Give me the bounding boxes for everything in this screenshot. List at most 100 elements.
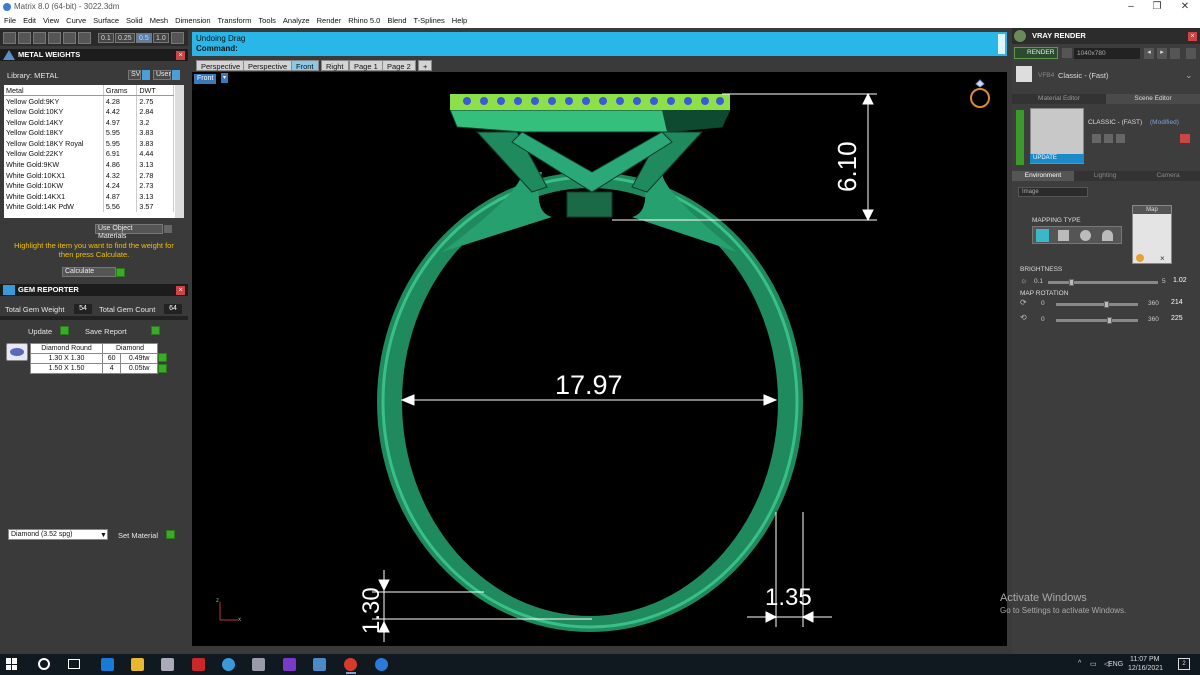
brightness-slider[interactable] [1048, 279, 1158, 286]
set-material-button[interactable]: Set Material [118, 531, 158, 540]
tab-perspective-2[interactable]: Perspective [243, 60, 293, 71]
chevron-down-icon[interactable]: ⌄ [1185, 70, 1193, 81]
preset-name[interactable]: Classic - (Fast) [1058, 71, 1108, 80]
eye-icon[interactable] [63, 32, 76, 44]
menu-mesh[interactable]: Mesh [146, 14, 171, 25]
map-color-icon[interactable] [1136, 254, 1144, 262]
menu-render[interactable]: Render [313, 14, 345, 25]
paste-icon[interactable] [1116, 134, 1125, 143]
material-select[interactable]: Diamond (3.52 spg) [8, 529, 108, 540]
table-row[interactable]: Yellow Gold:18KY Royal 5.95 3.83 [4, 137, 174, 149]
menu-solid[interactable]: Solid [122, 14, 146, 25]
chevron-down-icon[interactable]: ▼ [100, 532, 107, 539]
collapse-handle[interactable] [1016, 110, 1024, 165]
menu-help[interactable]: Help [448, 14, 470, 25]
command-prompt[interactable]: Command: [196, 44, 238, 53]
menu-transform[interactable]: Transform [214, 14, 255, 25]
rotation2-value[interactable]: 225 [1171, 315, 1183, 322]
settings-icon[interactable] [1170, 48, 1180, 59]
rotation1-slider[interactable] [1056, 301, 1138, 308]
use-object-materials-checkbox[interactable] [164, 225, 172, 233]
table-row[interactable]: White Gold:14KX1 4.87 3.13 [4, 190, 174, 202]
row1-go-icon[interactable] [158, 353, 167, 362]
rotation1-value[interactable]: 214 [1171, 299, 1183, 306]
update-scene-button[interactable]: UPDATE [1030, 154, 1084, 163]
sv-button[interactable]: SV [128, 70, 141, 80]
table-row[interactable]: Yellow Gold:22KY 6.91 4.44 [4, 148, 174, 160]
minimize-icon[interactable]: – [1120, 0, 1142, 14]
front-viewport[interactable]: Front ▾ 6.10 17.97 1.30 1.35 z x [192, 72, 1007, 646]
update-go-icon[interactable] [60, 326, 69, 335]
fullscreen-icon[interactable] [1186, 48, 1196, 59]
brightness-value[interactable]: 1.02 [1173, 277, 1187, 284]
brush-icon[interactable] [33, 32, 46, 44]
menu-analyze[interactable]: Analyze [279, 14, 313, 25]
tray-chevron-icon[interactable]: ^ [1078, 660, 1081, 667]
snap-10-button[interactable]: 1.0 [153, 33, 169, 43]
pencil-icon[interactable] [18, 32, 31, 44]
copy-icon[interactable] [1104, 134, 1113, 143]
calculate-go-icon[interactable] [116, 268, 125, 277]
tab-right[interactable]: Right [321, 60, 349, 71]
menu-view[interactable]: View [39, 14, 62, 25]
table-row[interactable]: 1.50 X 1.50 4 0.05tw [30, 363, 158, 374]
rotation2-slider[interactable] [1056, 317, 1138, 324]
file-explorer-icon[interactable] [131, 658, 144, 671]
rotation2-knob[interactable] [1106, 317, 1112, 324]
map-clear-icon[interactable]: × [1160, 254, 1165, 263]
viewport-label[interactable]: Front [194, 74, 217, 84]
close-icon[interactable]: ✕ [1174, 0, 1196, 14]
mapping-dome-icon[interactable] [1102, 230, 1113, 241]
tab-add[interactable]: + [418, 60, 433, 71]
sv-info-icon[interactable] [142, 70, 150, 80]
snap-01-button[interactable]: 0.1 [98, 33, 114, 43]
calculate-button[interactable]: Calculate [62, 267, 116, 277]
app-icon-2[interactable] [192, 658, 205, 671]
user-button[interactable]: User [153, 70, 171, 80]
crosshair-icon[interactable] [171, 32, 184, 44]
table-row[interactable]: White Gold:10KX1 4.32 2.78 [4, 169, 174, 181]
table-row[interactable]: Yellow Gold:9KY 4.28 2.75 [4, 95, 174, 107]
app-icon-4[interactable] [252, 658, 265, 671]
table-row[interactable]: 1.30 X 1.30 60 0.49tw [30, 353, 158, 364]
tab-material-editor[interactable]: Material Editor [1012, 94, 1106, 104]
resolution-field[interactable]: 1040x780 [1074, 48, 1140, 59]
metal-table-scrollbar[interactable] [175, 85, 184, 218]
user-info-icon[interactable] [172, 70, 180, 80]
table-row[interactable]: Yellow Gold:18KY 5.95 3.83 [4, 127, 174, 138]
menu-blend[interactable]: Blend [383, 14, 409, 25]
use-object-materials-button[interactable]: Use Object Materials [95, 224, 163, 240]
tab-front[interactable]: Front [291, 60, 319, 71]
app-icon-1[interactable] [161, 658, 174, 671]
app-icon-3[interactable] [222, 658, 235, 671]
language-indicator[interactable]: ENG [1108, 661, 1123, 668]
menu-file[interactable]: File [0, 14, 19, 25]
tab-scene-editor[interactable]: Scene Editor [1106, 94, 1200, 104]
save-report-go-icon[interactable] [151, 326, 160, 335]
table-row[interactable]: White Gold:10KW 4.24 2.73 [4, 180, 174, 191]
render-button[interactable]: RENDER [1014, 47, 1058, 59]
rotation1-knob[interactable] [1104, 301, 1110, 308]
search-icon[interactable] [38, 658, 50, 670]
close-gem-reporter-icon[interactable]: × [176, 286, 185, 295]
command-scrollbar[interactable] [998, 34, 1005, 54]
mapping-screen-icon[interactable] [1036, 229, 1049, 242]
network-icon[interactable]: ▭ [1090, 660, 1097, 668]
update-button[interactable]: Update [28, 327, 52, 336]
clock-date[interactable]: 12/16/2021 [1128, 665, 1163, 672]
next-icon[interactable]: ▸ [1157, 48, 1167, 59]
grid-icon[interactable] [3, 32, 16, 44]
ruler-icon[interactable] [78, 32, 91, 44]
notification-icon[interactable]: 2 [1178, 658, 1190, 670]
app-icon-6[interactable] [313, 658, 326, 671]
menu-surface[interactable]: Surface [89, 14, 122, 25]
brightness-knob[interactable] [1068, 279, 1074, 286]
tab-camera[interactable]: Camera [1136, 171, 1200, 181]
table-row[interactable]: White Gold:9KW 4.86 3.13 [4, 159, 174, 170]
set-material-go-icon[interactable] [166, 530, 175, 539]
menu-rhino[interactable]: Rhino 5.0 [344, 14, 383, 25]
menu-tsplines[interactable]: T-Splines [410, 14, 448, 25]
mapping-cube-icon[interactable] [1058, 230, 1069, 241]
task-view-icon[interactable] [68, 659, 80, 669]
close-vray-icon[interactable]: × [1188, 32, 1197, 41]
